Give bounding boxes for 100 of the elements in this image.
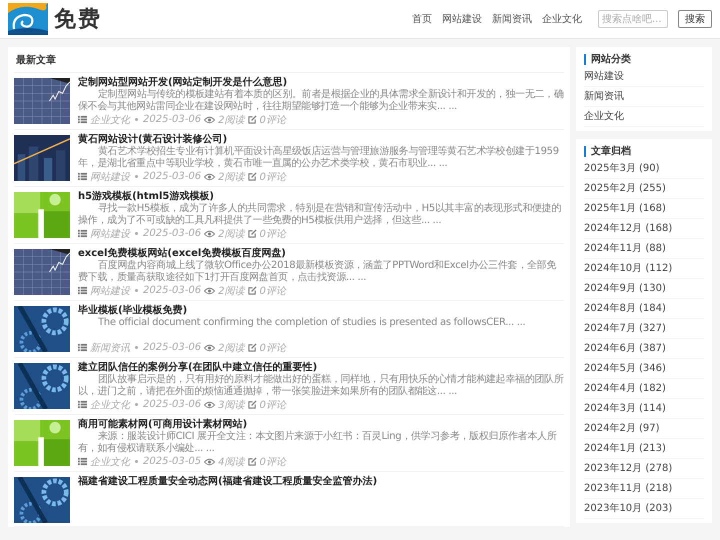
article-excerpt: 寻找一款H5模板，成为了许多人的共同需求，特别是在营销和宣传活动中，H5以其丰富的表现形式和便捷的操作，成为了不可或缺的工具凡科提供了一些免费的H5模板供用户选择，但这些... ...	[78, 203, 562, 227]
nav-link[interactable]: 首页	[412, 12, 432, 26]
article-excerpt: 团队故事启示是的，只有用好的原料才能做出好的蛋糕，同样地，只有用快乐的心情才能构建起幸福的团队所以，进门之前，请把在外面的烦恼通通抛掉，带一张笑脸进来如果所有的团队都能这... ...	[78, 374, 564, 398]
post-date: 2025-03-06	[143, 342, 202, 353]
archive-link[interactable]: 2024年2月 (97)	[584, 419, 704, 439]
wave-logo-icon[interactable]	[8, 3, 48, 35]
view-count: 2阅读	[218, 342, 244, 354]
edit-icon	[248, 400, 256, 409]
eye-icon	[204, 286, 216, 294]
comment-count: 0评论	[260, 228, 286, 240]
article-title-link[interactable]: 福建省建设工程质量安全动态网(福建省建设工程质量安全监管办法)	[78, 475, 564, 488]
archive-link[interactable]: 2024年11月 (88)	[584, 239, 704, 259]
view-count: 4阅读	[218, 456, 244, 468]
view-count: 3阅读	[218, 398, 244, 412]
article-excerpt: 来源：服装设计师CICI 展开全文注：本文图片来源于小红书：百灵Ling，供学习参考，版权归原作者本人所有，如有侵权请联系小编处... ...	[78, 431, 558, 455]
article-title-link[interactable]: 商用可能素材网(可商用设计素材网站)	[78, 418, 564, 431]
post-date: 2025-03-06	[143, 399, 202, 410]
separator-dot	[135, 403, 138, 406]
category-link[interactable]: 新闻资讯	[584, 87, 704, 107]
archive-link[interactable]: 2023年11月 (218)	[584, 479, 704, 499]
archive-link[interactable]: 2024年3月 (114)	[584, 399, 704, 419]
list-icon	[78, 115, 87, 124]
archive-link[interactable]: 2025年3月 (90)	[584, 159, 704, 179]
edit-icon	[248, 457, 256, 466]
nav-link[interactable]: 网站建设	[442, 12, 482, 26]
edit-icon	[248, 343, 256, 352]
comment-count: 0评论	[260, 342, 286, 354]
post-date: 2025-03-06	[143, 285, 202, 296]
list-icon	[78, 229, 87, 238]
article-title-link[interactable]: 毕业模板(毕业模板免费)	[78, 304, 564, 317]
article-title-link[interactable]: 定制网站型网站开发(网站定制开发是什么意思)	[78, 76, 564, 89]
edit-icon	[248, 172, 256, 181]
eye-icon	[204, 230, 216, 238]
site-logo-text[interactable]: 免费	[54, 4, 102, 34]
post-date: 2025-03-05	[143, 456, 202, 467]
card-title: 网站分类	[584, 54, 704, 65]
separator-dot	[135, 175, 138, 178]
post-date: 2025-03-06	[143, 228, 202, 239]
nav-link[interactable]: 新闻资讯	[492, 12, 532, 26]
thumbnail-picture[interactable]	[14, 78, 70, 124]
article-title-link[interactable]: h5游戏模板(html5游戏模板)	[78, 190, 564, 203]
article-title-link[interactable]: 黄石网站设计(黄石设计装修公司)	[78, 133, 564, 146]
list-icon	[78, 400, 87, 409]
archive-link[interactable]: 2023年12月 (278)	[584, 459, 704, 479]
list-icon	[78, 172, 87, 181]
thumbnail-picture[interactable]	[14, 477, 70, 523]
thumbnail-picture[interactable]	[14, 249, 70, 295]
thumbnail-picture[interactable]	[14, 135, 70, 181]
archive-link[interactable]: 2024年5月 (346)	[584, 359, 704, 379]
eye-icon	[204, 344, 216, 352]
search-field[interactable]: 搜索点啥吧...	[598, 10, 668, 28]
view-count: 2阅读	[218, 284, 244, 298]
archive-link[interactable]: 2024年6月 (387)	[584, 339, 704, 359]
archive-link[interactable]: 2025年2月 (255)	[584, 179, 704, 199]
separator-dot	[135, 118, 138, 121]
article-title-link[interactable]: 建立团队信任的案例分享(在团队中建立信任的重要性)	[78, 361, 564, 374]
separator-dot	[135, 346, 138, 349]
nav-link[interactable]: 企业文化	[542, 12, 582, 26]
eye-icon	[204, 116, 216, 124]
archive-link[interactable]: 2025年1月 (168)	[584, 199, 704, 219]
post-date: 2025-03-06	[143, 114, 202, 125]
search-button[interactable]: 搜索	[678, 10, 712, 28]
category-link[interactable]: 网站建设	[584, 67, 704, 87]
view-count: 2阅读	[218, 114, 244, 126]
view-count: 2阅读	[218, 228, 244, 240]
archive-link[interactable]: 2024年8月 (184)	[584, 299, 704, 319]
edit-icon	[248, 286, 256, 295]
separator-dot	[135, 460, 138, 463]
article-excerpt: The official document confirming the completion of studies is presented as followsCER... ...	[97, 317, 526, 330]
list-icon	[78, 286, 87, 295]
eye-icon	[204, 172, 216, 180]
post-date: 2025-03-06	[143, 171, 202, 182]
comment-count: 0评论	[260, 284, 286, 298]
thumbnail-picture[interactable]	[14, 420, 70, 466]
comment-count: 0评论	[260, 456, 286, 468]
separator-dot	[135, 232, 138, 235]
thumbnail-picture[interactable]	[14, 192, 70, 238]
article-excerpt: 定制型网站与传统的模板建站有着本质的区别。前者是根据企业的具体需求全新设计和开发的，独一无二，确保不会与其他网站雷同企业在建设网站时，往往期望能够打造一个能够为企业带来实... ...	[78, 89, 564, 113]
archive-link[interactable]: 2024年9月 (130)	[584, 279, 704, 299]
category-link[interactable]: 企业文化	[584, 107, 704, 127]
card-title: 文章归档	[584, 146, 704, 157]
edit-icon	[248, 115, 256, 124]
archive-link[interactable]: 2024年4月 (182)	[584, 379, 704, 399]
archive-link[interactable]: 2024年10月 (112)	[584, 259, 704, 279]
list-icon	[78, 457, 87, 466]
comment-count: 0评论	[260, 170, 286, 184]
thumbnail-picture[interactable]	[14, 363, 70, 409]
article-title-link[interactable]: excel免费模板网站(excel免费模板百度网盘)	[78, 247, 564, 260]
thumbnail-picture[interactable]	[14, 306, 70, 352]
archive-link[interactable]: 2023年10月 (203)	[584, 499, 704, 519]
comment-count: 0评论	[260, 114, 286, 126]
list-icon	[78, 343, 87, 352]
section-title: 最新文章	[14, 47, 564, 73]
archive-link[interactable]: 2024年7月 (327)	[584, 319, 704, 339]
archive-link[interactable]: 2024年1月 (213)	[584, 439, 704, 459]
archive-link[interactable]: 2024年12月 (168)	[584, 219, 704, 239]
eye-icon	[204, 458, 216, 466]
edit-icon	[248, 229, 256, 238]
article-excerpt: 百度网盘内容商城上线了微软Office办公2018最新模板资源，涵盖了PPTWord和Excel办公三件套，全部免费下载，质量高获取途径如下1打开百度网盘首页，点击找资源... ...	[78, 260, 558, 284]
eye-icon	[204, 400, 216, 408]
